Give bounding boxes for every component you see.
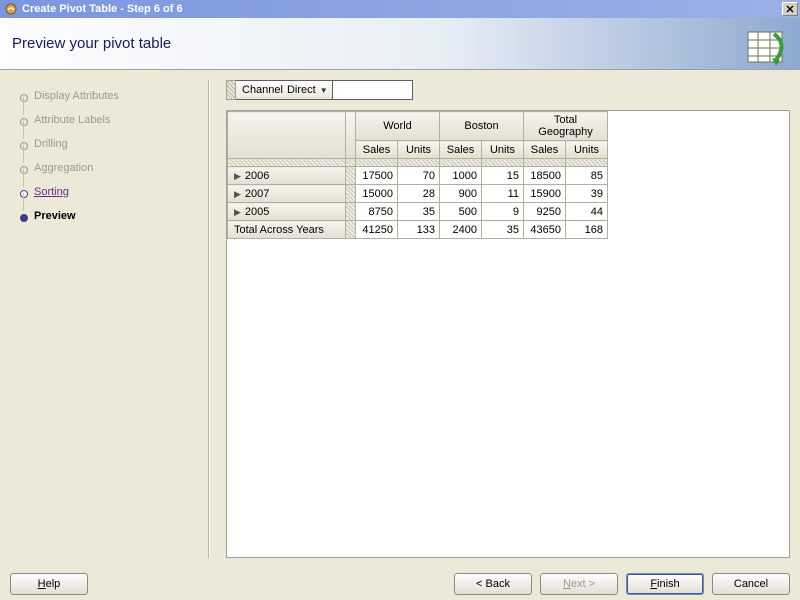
table-row: ▶2006 17500701000151850085 [228,167,608,185]
table-row: Total Across Years 4125013324003543650168 [228,221,608,239]
data-cell: 8750 [356,203,398,221]
page-title: Preview your pivot table [12,35,171,52]
close-button[interactable] [782,2,798,16]
pivot-corner [228,112,346,159]
filter-drag-handle-icon[interactable] [226,80,236,100]
data-cell: 15000 [356,185,398,203]
table-row [398,159,440,167]
data-cell: 41250 [356,221,398,239]
total-row-header: Total Across Years [228,221,346,239]
data-cell: 17500 [356,167,398,185]
row-drag-handle-icon[interactable] [346,203,356,221]
app-icon [4,2,18,16]
help-button[interactable]: Help [10,573,88,595]
data-cell: 2400 [440,221,482,239]
table-row [566,159,608,167]
data-cell: 15900 [524,185,566,203]
table-row [346,159,356,167]
back-button[interactable]: < Back [454,573,532,595]
filter-drop-target[interactable] [333,80,413,100]
sub-col-header[interactable]: Sales [524,141,566,159]
table-row [482,159,524,167]
table-row [356,159,398,167]
filter-dimension-label: Channel [242,84,283,96]
pivot-row-handle-header [346,112,356,159]
finish-button[interactable]: Finish [626,573,704,595]
wizard-header: Preview your pivot table [0,18,800,70]
table-row [228,159,346,167]
pivot-wizard-icon [746,26,788,68]
sub-col-header[interactable]: Sales [440,141,482,159]
col-group-header[interactable]: Boston [440,112,524,141]
sub-col-header[interactable]: Sales [356,141,398,159]
window-title: Create Pivot Table - Step 6 of 6 [22,3,782,15]
data-cell: 85 [566,167,608,185]
step-list: Display Attributes Attribute Labels Dril… [14,84,204,228]
pivot-table: WorldBostonTotal GeographySalesUnitsSale… [227,111,608,239]
step-preview: Preview [14,204,204,228]
data-cell: 133 [398,221,440,239]
chevron-down-icon: ▼ [320,86,328,95]
expand-icon[interactable]: ▶ [234,189,241,199]
page-filter-bar: Channel Direct ▼ [226,80,790,100]
data-cell: 43650 [524,221,566,239]
col-group-header[interactable]: Total Geography [524,112,608,141]
row-drag-handle-icon[interactable] [346,185,356,203]
step-attribute-labels: Attribute Labels [14,108,204,132]
sub-col-header[interactable]: Units [398,141,440,159]
data-cell: 35 [482,221,524,239]
data-cell: 35 [398,203,440,221]
data-cell: 900 [440,185,482,203]
table-row: ▶2007 1500028900111590039 [228,185,608,203]
col-group-header[interactable]: World [356,112,440,141]
wizard-button-bar: Help < Back Next > Finish Cancel [0,568,800,600]
data-cell: 168 [566,221,608,239]
title-bar: Create Pivot Table - Step 6 of 6 [0,0,800,18]
table-row [440,159,482,167]
expand-icon[interactable]: ▶ [234,207,241,217]
table-row: ▶2005 8750355009925044 [228,203,608,221]
next-button[interactable]: Next > [540,573,618,595]
data-cell: 500 [440,203,482,221]
row-header[interactable]: ▶2005 [228,203,346,221]
channel-filter-dropdown[interactable]: Channel Direct ▼ [236,80,333,100]
step-display-attributes: Display Attributes [14,84,204,108]
sub-col-header[interactable]: Units [566,141,608,159]
filter-value-label: Direct [287,84,316,96]
step-sidebar: Display Attributes Attribute Labels Dril… [0,70,210,568]
step-drilling: Drilling [14,132,204,156]
data-cell: 28 [398,185,440,203]
row-header[interactable]: ▶2007 [228,185,346,203]
data-cell: 18500 [524,167,566,185]
data-cell: 9 [482,203,524,221]
table-row [524,159,566,167]
data-cell: 70 [398,167,440,185]
row-drag-handle-icon[interactable] [346,167,356,185]
expand-icon[interactable]: ▶ [234,171,241,181]
data-cell: 9250 [524,203,566,221]
pivot-preview-pane[interactable]: WorldBostonTotal GeographySalesUnitsSale… [226,110,790,558]
data-cell: 11 [482,185,524,203]
row-header[interactable]: ▶2006 [228,167,346,185]
data-cell: 39 [566,185,608,203]
data-cell: 44 [566,203,608,221]
step-aggregation: Aggregation [14,156,204,180]
sidebar-divider [208,80,210,558]
row-drag-handle-icon[interactable] [346,221,356,239]
sub-col-header[interactable]: Units [482,141,524,159]
close-icon [786,5,794,13]
cancel-button[interactable]: Cancel [712,573,790,595]
data-cell: 15 [482,167,524,185]
data-cell: 1000 [440,167,482,185]
step-sorting[interactable]: Sorting [14,180,204,204]
